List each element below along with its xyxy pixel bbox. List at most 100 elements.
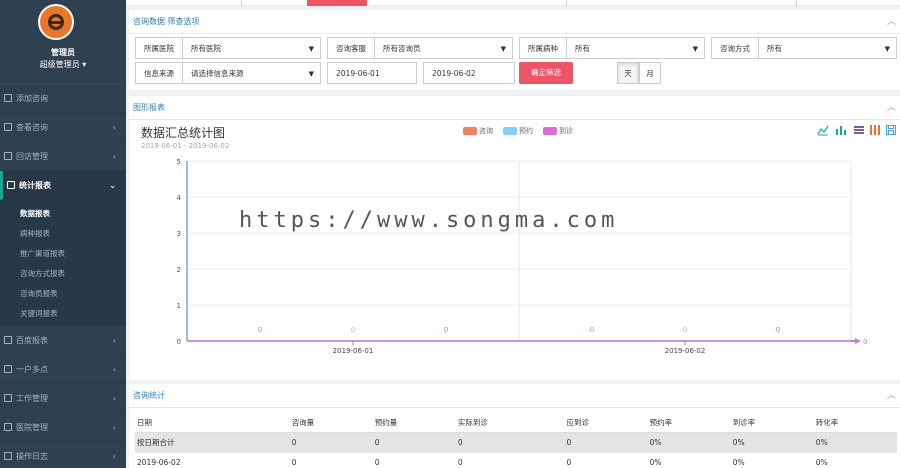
submenu-item[interactable]: 关键词报表 bbox=[0, 304, 126, 324]
collapse-icon[interactable]: ︿ bbox=[887, 10, 896, 34]
menu-label: 百度报表 bbox=[16, 336, 48, 345]
stats-table: 日期 咨询量 预约量 实际到诊 应到诊 预约率 到诊率 转化率 按日期合计 0 0 0 0 0% 0% 0%… bbox=[135, 414, 897, 468]
edit-icon bbox=[4, 452, 12, 460]
filter-label: 咨询客服 bbox=[327, 37, 375, 59]
date-to-input[interactable]: 2019-06-02 bbox=[423, 62, 515, 84]
chevron-left-icon: ‹ bbox=[112, 365, 116, 374]
filter-select[interactable]: 所有 ▼ bbox=[567, 37, 705, 59]
filter-label: 咨询方式 bbox=[711, 37, 759, 59]
logo-avatar[interactable] bbox=[38, 4, 74, 40]
table-cell: 0 bbox=[564, 452, 648, 468]
filter-title: 咨询数据 筛查选项 bbox=[133, 17, 200, 26]
plus-square-icon bbox=[4, 94, 12, 102]
column-header: 咨询量 bbox=[289, 414, 373, 433]
chevron-left-icon: ‹ bbox=[112, 123, 116, 132]
table-cell: 0 bbox=[455, 432, 565, 453]
filter-select[interactable]: 所有医院 ▼ bbox=[183, 37, 321, 59]
column-header: 日期 bbox=[135, 414, 290, 433]
axis-arrow bbox=[855, 338, 861, 344]
dropdown-arrow-icon: ▼ bbox=[500, 45, 506, 53]
seg-day-button[interactable]: 天 bbox=[617, 62, 639, 84]
column-header: 到诊率 bbox=[730, 414, 814, 433]
menu-label: 一户多点 bbox=[16, 365, 48, 374]
table-cell: 0% bbox=[813, 432, 897, 453]
briefcase-icon bbox=[4, 394, 12, 402]
collapse-icon[interactable]: ︿ bbox=[887, 384, 896, 408]
filter-select-value: 所有 bbox=[767, 44, 782, 53]
seg-month-button[interactable]: 月 bbox=[639, 62, 661, 84]
menu-item-edit[interactable]: 操作日志 ‹ bbox=[0, 442, 126, 468]
chart-plot: 0 1 2 3 4 5 2019-06-01 2019-06-02 0 0 0 0 0 0 0 bbox=[177, 158, 868, 355]
source-select[interactable]: 请选择信息来源 ▼ bbox=[183, 62, 321, 84]
column-header: 应到诊 bbox=[564, 414, 648, 433]
source-label: 信息来源 bbox=[135, 62, 183, 84]
table-row-total: 按日期合计 0 0 0 0 0% 0% 0% bbox=[135, 432, 897, 453]
submenu-item[interactable]: 咨询方式报表 bbox=[0, 264, 126, 284]
data-label: 0 bbox=[683, 326, 687, 334]
menu-item-list[interactable]: 查看咨询 ‹ bbox=[0, 113, 126, 142]
filter-panel-title: 咨询数据 筛查选项 ︿ bbox=[129, 10, 900, 34]
menu-item-baidu[interactable]: 百度报表 ‹ bbox=[0, 326, 126, 355]
menu-label: 工作管理 bbox=[16, 394, 48, 403]
sidebar: 管理员 超级管理员 ▾ 添加咨询查看咨询 ‹ 回访管理 ‹ 统计报表 ⌄ 数据报表 病种… bbox=[0, 0, 126, 468]
watermark-text: https://www.songma.com bbox=[239, 208, 619, 233]
y-tick-label: 5 bbox=[177, 158, 181, 166]
menu-item-stats[interactable]: 统计报表 ⌄ bbox=[0, 171, 126, 200]
data-label: 0 bbox=[776, 326, 780, 334]
menu-item-phone[interactable]: 回访管理 ‹ bbox=[0, 142, 126, 171]
submenu-item[interactable]: 咨询员报表 bbox=[0, 284, 126, 304]
y-tick-label: 4 bbox=[177, 194, 182, 202]
submenu-item[interactable]: 推广渠道报表 bbox=[0, 244, 126, 264]
menu-item-briefcase[interactable]: 工作管理 ‹ bbox=[0, 384, 126, 413]
column-header: 转化率 bbox=[813, 414, 897, 433]
column-header: 预约量 bbox=[372, 414, 456, 433]
filter-select[interactable]: 所有咨询员 ▼ bbox=[375, 37, 513, 59]
menu-label: 添加咨询 bbox=[16, 94, 48, 103]
y-tick-label: 2 bbox=[177, 266, 181, 274]
baidu-icon bbox=[4, 336, 12, 344]
date-from-input[interactable]: 2019-06-01 bbox=[327, 62, 417, 84]
chevron-left-icon: ‹ bbox=[112, 152, 116, 161]
data-label: 0 bbox=[590, 326, 594, 334]
table-cell: 0% bbox=[730, 432, 814, 453]
chevron-left-icon: ‹ bbox=[112, 336, 116, 345]
source-select-value: 请选择信息来源 bbox=[191, 69, 244, 78]
data-label: 0 bbox=[351, 326, 355, 334]
menu-item-grid[interactable]: 一户多点 ‹ bbox=[0, 355, 126, 384]
filter-select-value: 所有 bbox=[575, 44, 590, 53]
bar-chart-icon bbox=[7, 181, 15, 189]
menu-label: 统计报表 bbox=[19, 181, 51, 190]
table-row: 2019-06-02 0 0 0 0 0% 0% 0% bbox=[135, 452, 897, 468]
submenu-item[interactable]: 病种报表 bbox=[0, 224, 126, 244]
list-icon bbox=[4, 123, 12, 131]
stats-title: 咨询统计 bbox=[133, 391, 165, 400]
top-tab-strip bbox=[126, 0, 900, 6]
table-cell: 0 bbox=[372, 432, 456, 453]
grid-icon bbox=[4, 365, 12, 373]
menu-label: 回访管理 bbox=[16, 152, 48, 161]
y-tick-label: 0 bbox=[177, 338, 181, 346]
filter-panel: 咨询数据 筛查选项 ︿ 所属医院 所有医院 ▼ 咨询客服 所有咨询员 ▼ 所属病种 所有 ▼ 咨询… bbox=[129, 10, 900, 90]
menu-item-plus-square[interactable]: 添加咨询 bbox=[0, 84, 126, 113]
active-tab-indicator[interactable] bbox=[307, 0, 367, 6]
table-cell: 0 bbox=[372, 452, 456, 468]
submenu-item[interactable]: 数据报表 bbox=[0, 204, 126, 224]
chevron-down-icon: ⌄ bbox=[109, 181, 116, 190]
menu-label: 操作日志 bbox=[16, 452, 48, 461]
table-cell: 0% bbox=[813, 452, 897, 468]
user-name: 管理员 bbox=[51, 48, 75, 57]
menu-item-hospital[interactable]: 医院管理 ‹ bbox=[0, 413, 126, 442]
submit-filter-button[interactable]: 确定筛选 bbox=[519, 62, 573, 84]
chevron-left-icon: ‹ bbox=[112, 394, 116, 403]
chart-panel: 图形报表 ︿ 数据汇总统计图 2019-06-01 - 2019-06-02 咨… bbox=[129, 96, 900, 380]
filter-label: 所属医院 bbox=[135, 37, 183, 59]
dropdown-arrow-icon: ▼ bbox=[308, 45, 314, 53]
table-cell: 0 bbox=[564, 432, 648, 453]
filter-select[interactable]: 所有 ▼ bbox=[759, 37, 897, 59]
chevron-left-icon: ‹ bbox=[112, 423, 116, 432]
user-role-dropdown[interactable]: 超级管理员 ▾ bbox=[0, 59, 126, 70]
column-header: 实际到诊 bbox=[455, 414, 565, 433]
dropdown-arrow-icon: ▼ bbox=[692, 45, 698, 53]
y-tick-label: 3 bbox=[177, 230, 181, 238]
y-tick-label: 1 bbox=[177, 302, 181, 310]
